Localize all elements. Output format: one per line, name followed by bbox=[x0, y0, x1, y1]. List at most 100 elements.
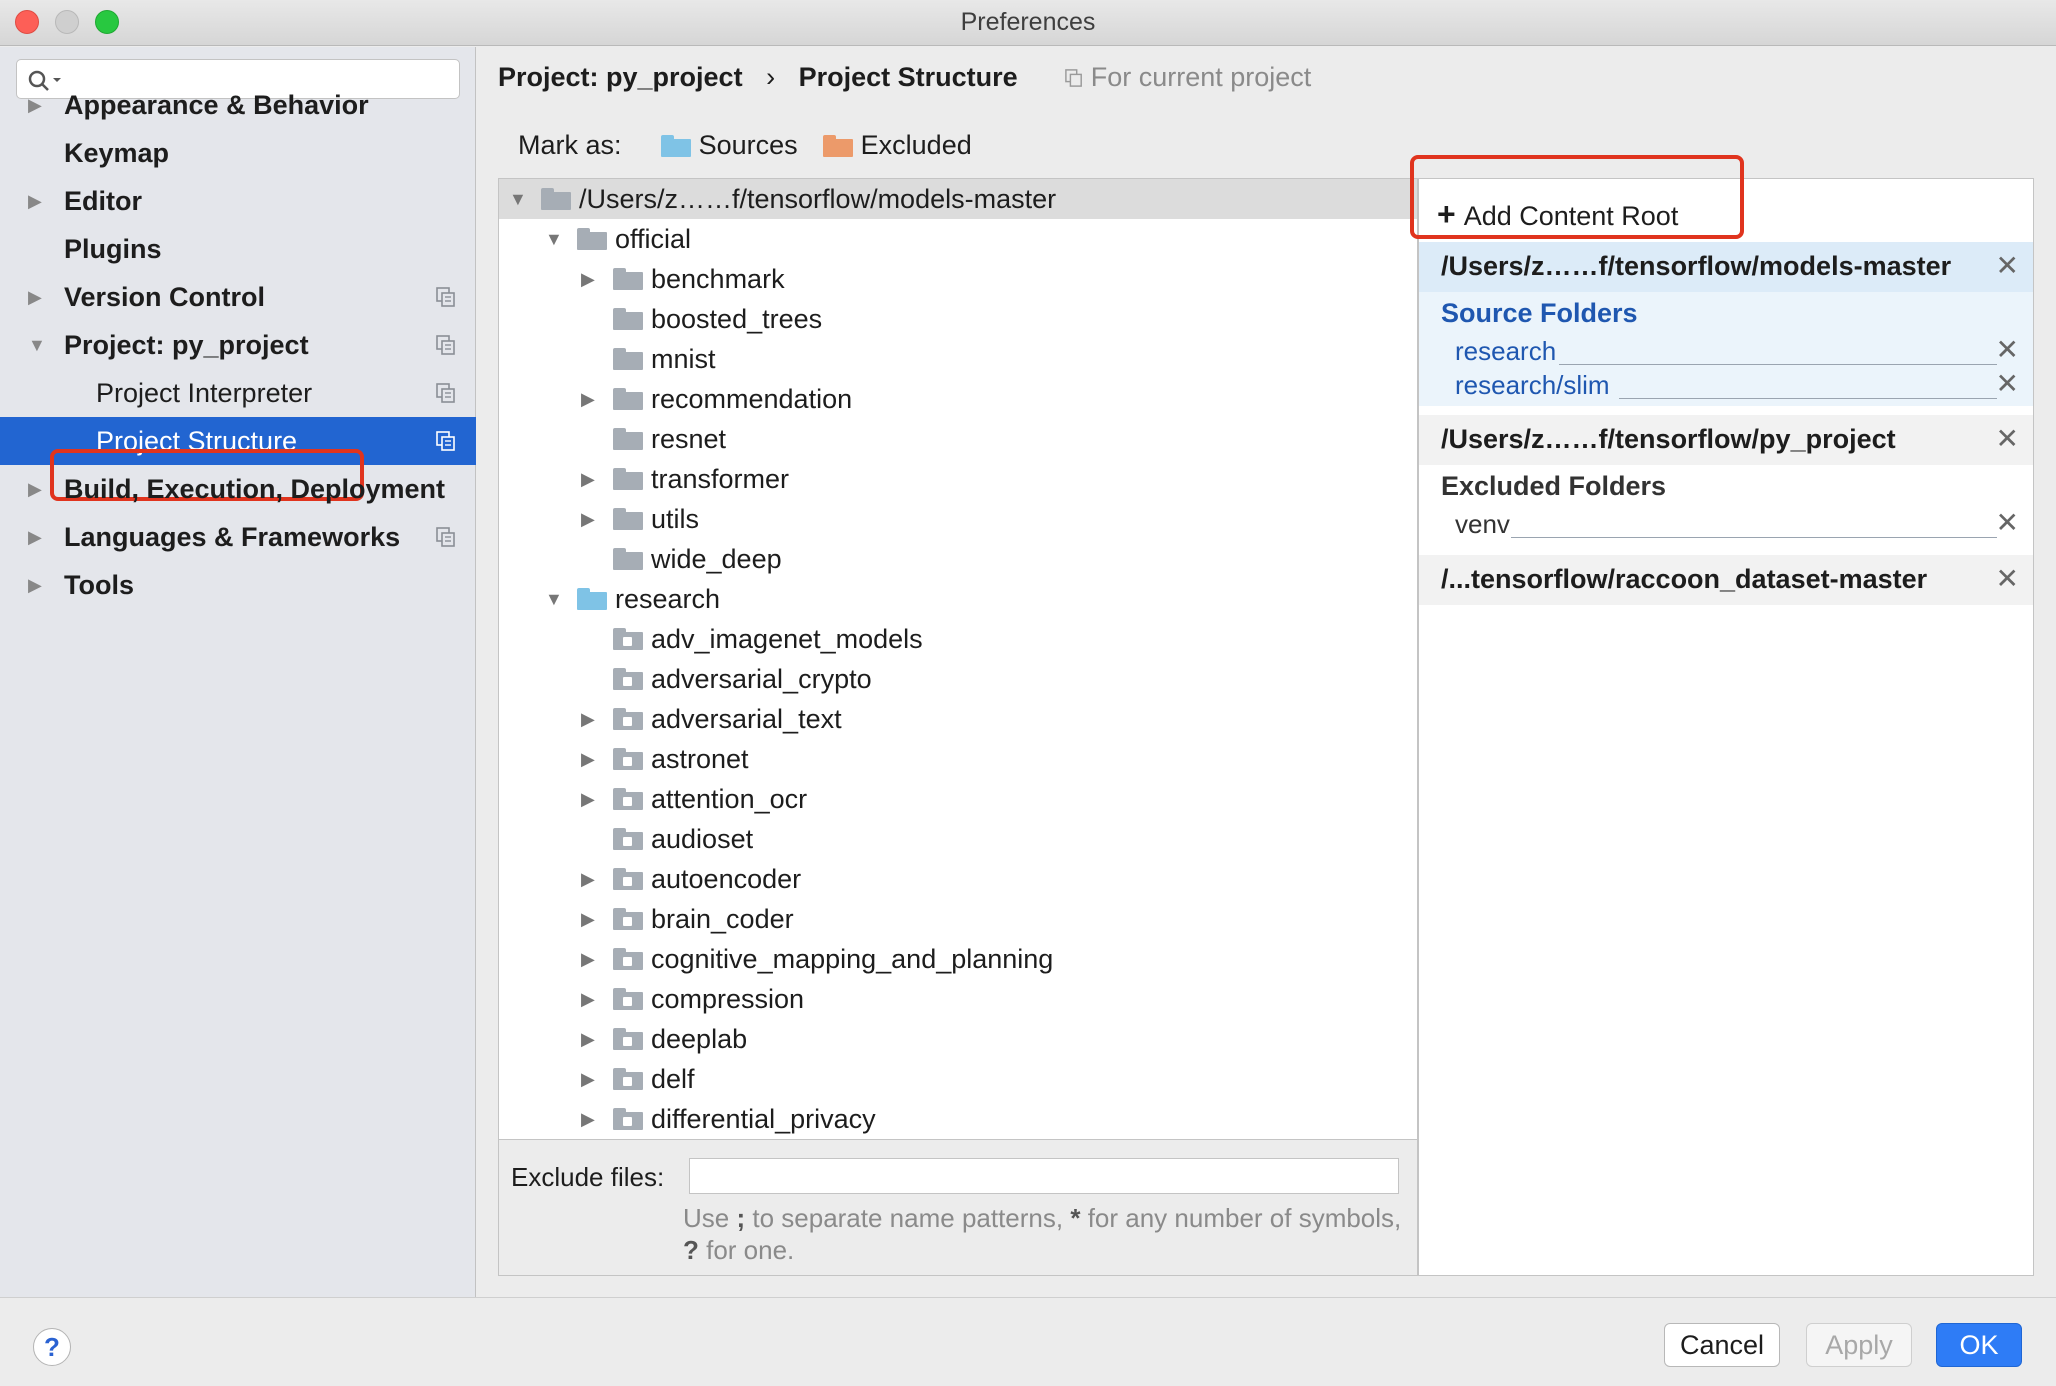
sidebar-item-project[interactable]: ▼ Project: py_project bbox=[0, 321, 476, 369]
tree-row[interactable]: ▼ official bbox=[499, 219, 1417, 259]
remove-content-root-icon[interactable]: ✕ bbox=[1996, 425, 2019, 453]
expand-arrow-icon: ▶ bbox=[581, 509, 595, 529]
project-scope-icon bbox=[436, 527, 455, 547]
apply-button[interactable]: Apply bbox=[1806, 1323, 1912, 1367]
project-scope-icon bbox=[436, 287, 455, 307]
tree-row[interactable]: ▶ adversarial_text bbox=[499, 699, 1417, 739]
excluded-folder-item: venv bbox=[1455, 509, 1510, 539]
tree-row[interactable]: ▶ deeplab bbox=[499, 1019, 1417, 1059]
tree-row[interactable]: ▶ brain_coder bbox=[499, 899, 1417, 939]
remove-excluded-folder-icon[interactable]: ✕ bbox=[1996, 509, 2019, 537]
remove-source-folder-icon[interactable]: ✕ bbox=[1996, 370, 2019, 398]
tree-row[interactable]: ▶ differential_privacy bbox=[499, 1099, 1417, 1139]
sidebar-item-tools[interactable]: ▶ Tools bbox=[0, 561, 476, 609]
project-scope-icon bbox=[436, 431, 455, 451]
tree-row[interactable]: wide_deep bbox=[499, 539, 1417, 579]
tree-row[interactable]: ▼ research bbox=[499, 579, 1417, 619]
tree-row[interactable]: adv_imagenet_models bbox=[499, 619, 1417, 659]
hint-question: ? bbox=[683, 1235, 699, 1265]
tree-row[interactable]: ▶ compression bbox=[499, 979, 1417, 1019]
tree-row-root[interactable]: ▼ /Users/z……f/tensorflow/models-master bbox=[499, 179, 1417, 219]
tree-row[interactable]: ▶ autoencoder bbox=[499, 859, 1417, 899]
tree-row[interactable]: audioset bbox=[499, 819, 1417, 859]
tree-row[interactable]: ▶ utils bbox=[499, 499, 1417, 539]
sidebar-item-appearance-behavior[interactable]: ▶ Appearance & Behavior bbox=[0, 81, 476, 129]
exclude-files-input[interactable] bbox=[689, 1158, 1399, 1194]
hint-star: * bbox=[1070, 1203, 1081, 1233]
expand-arrow-icon: ▶ bbox=[28, 191, 42, 211]
tree-row-label: boosted_trees bbox=[651, 304, 823, 334]
tree-row[interactable]: ▶ cognitive_mapping_and_planning bbox=[499, 939, 1417, 979]
tree-row-label: adversarial_crypto bbox=[651, 664, 872, 694]
source-folder-icon bbox=[577, 588, 607, 610]
expand-arrow-icon: ▶ bbox=[581, 469, 595, 489]
content-root-path: /...tensorflow/raccoon_dataset-master bbox=[1441, 564, 1928, 594]
sidebar-item-keymap[interactable]: Keymap bbox=[0, 129, 476, 177]
sidebar-item-label: Languages & Frameworks bbox=[64, 522, 401, 552]
sidebar-item-editor[interactable]: ▶ Editor bbox=[0, 177, 476, 225]
mark-as-bar: Mark as: Sources Excluded bbox=[518, 130, 972, 161]
remove-content-root-icon[interactable]: ✕ bbox=[1996, 565, 2019, 593]
content-root-path: /Users/z……f/tensorflow/py_project bbox=[1441, 424, 1896, 454]
tree-row-label: benchmark bbox=[651, 264, 785, 294]
sidebar-item-label: Plugins bbox=[64, 234, 162, 264]
collapse-arrow-icon: ▼ bbox=[28, 335, 46, 355]
package-folder-icon bbox=[613, 1068, 643, 1090]
folder-icon bbox=[613, 388, 643, 410]
mark-sources-button[interactable]: Sources bbox=[661, 130, 805, 160]
tree-row[interactable]: ▶ recommendation bbox=[499, 379, 1417, 419]
leader-line bbox=[1619, 398, 1997, 399]
tree-row-label: adv_imagenet_models bbox=[651, 624, 923, 654]
tree-row[interactable]: ▶ delf bbox=[499, 1059, 1417, 1099]
expand-arrow-icon: ▶ bbox=[28, 575, 42, 595]
breadcrumb-page: Project Structure bbox=[798, 62, 1018, 92]
mark-excluded-button[interactable]: Excluded bbox=[823, 130, 972, 160]
exclude-files-label: Exclude files: bbox=[511, 1162, 665, 1192]
tree-row[interactable]: ▶ attention_ocr bbox=[499, 779, 1417, 819]
expand-arrow-icon: ▶ bbox=[581, 989, 595, 1009]
remove-source-folder-icon[interactable]: ✕ bbox=[1996, 336, 2019, 364]
sidebar-item-plugins[interactable]: Plugins bbox=[0, 225, 476, 273]
cancel-button[interactable]: Cancel bbox=[1664, 1323, 1780, 1367]
tree-row[interactable]: ▶ transformer bbox=[499, 459, 1417, 499]
tree-row[interactable]: boosted_trees bbox=[499, 299, 1417, 339]
collapse-arrow-icon: ▼ bbox=[545, 229, 563, 249]
tree-row-label: differential_privacy bbox=[651, 1104, 876, 1134]
sidebar-item-languages-frameworks[interactable]: ▶ Languages & Frameworks bbox=[0, 513, 476, 561]
hint-text: to separate name patterns, bbox=[745, 1203, 1071, 1233]
tree-row-label: resnet bbox=[651, 424, 727, 454]
content-root-header[interactable]: /...tensorflow/raccoon_dataset-master ✕ bbox=[1419, 555, 2033, 605]
expand-arrow-icon: ▶ bbox=[28, 287, 42, 307]
sidebar-item-version-control[interactable]: ▶ Version Control bbox=[0, 273, 476, 321]
expand-arrow-icon: ▶ bbox=[581, 1029, 595, 1049]
project-folder-tree[interactable]: ▼ /Users/z……f/tensorflow/models-master ▼… bbox=[498, 178, 1418, 1140]
content-root-header[interactable]: /Users/z……f/tensorflow/py_project ✕ bbox=[1419, 415, 2033, 465]
content-root-header[interactable]: /Users/z……f/tensorflow/models-master ✕ bbox=[1419, 242, 2033, 292]
ok-button[interactable]: OK bbox=[1936, 1323, 2022, 1367]
folder-icon bbox=[577, 228, 607, 250]
excluded-folders-title: Excluded Folders bbox=[1441, 471, 1667, 501]
project-scope-icon bbox=[436, 335, 455, 355]
tree-row[interactable]: resnet bbox=[499, 419, 1417, 459]
sidebar-item-build-execution-deployment[interactable]: ▶ Build, Execution, Deployment bbox=[0, 465, 476, 513]
tree-row-label: official bbox=[615, 224, 692, 254]
source-folders-section: Source Folders research ✕ research/slim … bbox=[1419, 292, 2033, 406]
sidebar-item-project-interpreter[interactable]: Project Interpreter bbox=[0, 369, 476, 417]
folder-icon bbox=[613, 348, 643, 370]
folder-icon bbox=[613, 508, 643, 530]
source-folder-item: research/slim bbox=[1455, 370, 1610, 400]
expand-arrow-icon: ▶ bbox=[581, 709, 595, 729]
hint-text: for one. bbox=[698, 1235, 795, 1265]
tree-row[interactable]: ▶ benchmark bbox=[499, 259, 1417, 299]
leader-line bbox=[1559, 364, 1997, 365]
tree-row[interactable]: ▶ astronet bbox=[499, 739, 1417, 779]
expand-arrow-icon: ▶ bbox=[581, 749, 595, 769]
expand-arrow-icon: ▶ bbox=[581, 949, 595, 969]
help-button[interactable]: ? bbox=[33, 1328, 71, 1366]
tree-row-label: /Users/z……f/tensorflow/models-master bbox=[579, 184, 1057, 214]
tree-row[interactable]: mnist bbox=[499, 339, 1417, 379]
remove-content-root-icon[interactable]: ✕ bbox=[1996, 252, 2019, 280]
tree-row-label: wide_deep bbox=[651, 544, 782, 574]
tree-row[interactable]: adversarial_crypto bbox=[499, 659, 1417, 699]
excluded-folder-icon bbox=[823, 135, 854, 157]
